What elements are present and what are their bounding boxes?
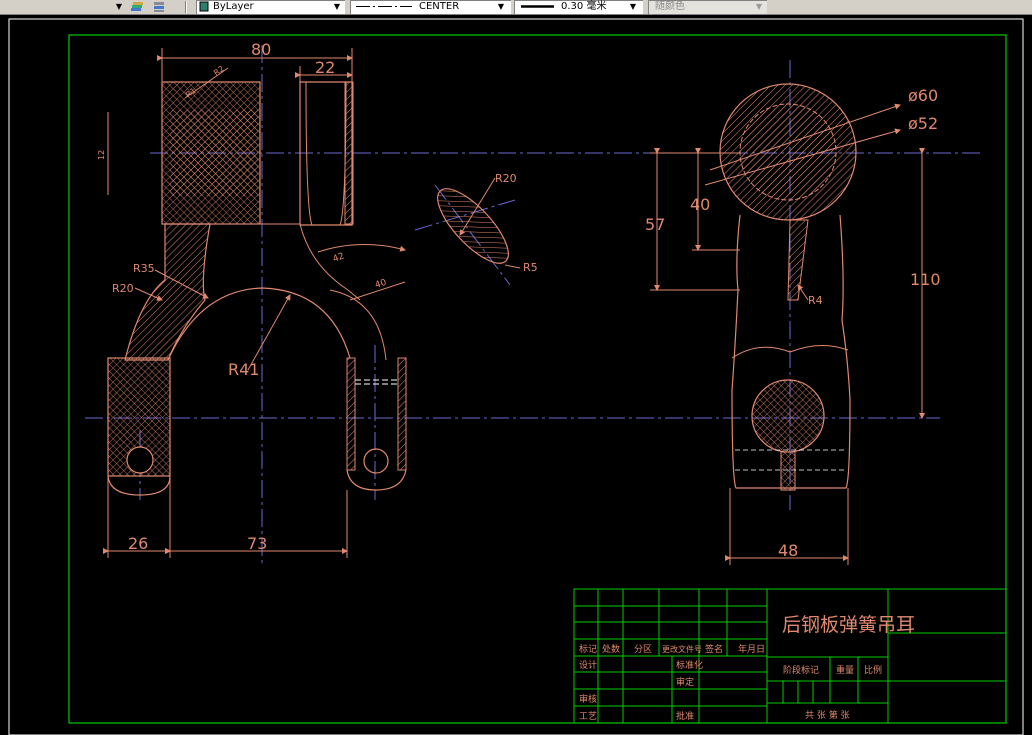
tb-process: 工艺 <box>579 711 597 722</box>
dim-r20-left: R20 <box>112 282 134 295</box>
dim-110: 110 <box>910 270 941 289</box>
tb-standardize: 标准化 <box>676 659 703 671</box>
tb-scale: 比例 <box>864 664 882 676</box>
dim-small-r2: R2 <box>212 64 226 77</box>
chevron-down-icon[interactable]: ▼ <box>626 0 640 14</box>
dim-angle-40: 40 <box>374 278 388 291</box>
tb-design: 设计 <box>579 659 597 671</box>
tb-approve2: 批准 <box>676 710 694 722</box>
chevron-down-icon[interactable]: ▼ <box>494 0 508 14</box>
tb-stage-mark: 阶段标记 <box>783 664 819 676</box>
layer-previous-icon[interactable] <box>152 0 168 14</box>
tb-date: 年月日 <box>738 643 765 655</box>
lineweight-preview-icon <box>520 0 556 14</box>
dim-48: 48 <box>778 541 798 560</box>
tb-weight: 重量 <box>836 664 854 676</box>
lineweight-control-value: 0.30 毫米 <box>561 1 607 12</box>
color-swatch-icon <box>199 0 209 14</box>
dropdown-arrow-icon[interactable]: ▼ <box>112 0 126 14</box>
tb-sign: 签名 <box>705 643 723 655</box>
plotstyle-control-value: 随颜色 <box>655 1 685 12</box>
dim-r41: R41 <box>228 360 259 379</box>
dim-40: 40 <box>690 195 710 214</box>
dim-22: 22 <box>315 58 335 77</box>
tb-zone: 分区 <box>634 644 652 655</box>
dim-r20-right: R20 <box>495 172 517 185</box>
drawing-canvas[interactable]: 80 22 26 73 48 57 40 110 R41 R35 R20 R20… <box>0 15 1032 735</box>
linetype-control-value: CENTER <box>419 1 460 12</box>
drawing-svg[interactable]: 80 22 26 73 48 57 40 110 R41 R35 R20 R20… <box>0 15 1032 735</box>
color-control-value: ByLayer <box>213 1 254 12</box>
tb-count: 处数 <box>602 643 620 655</box>
dim-phi52: ø52 <box>908 114 938 133</box>
title-block <box>573 588 1007 724</box>
dim-57: 57 <box>645 215 665 234</box>
dim-r4: R4 <box>808 294 823 307</box>
dim-r35: R35 <box>133 262 155 275</box>
side-view <box>719 83 857 491</box>
tb-change-doc: 更改文件号 <box>662 644 702 654</box>
dim-26: 26 <box>128 534 148 553</box>
chevron-down-icon[interactable]: ▼ <box>330 0 344 14</box>
tb-sheets: 共 张 第 张 <box>805 709 850 721</box>
linetype-preview-icon <box>354 0 414 14</box>
dim-73: 73 <box>247 534 267 553</box>
dim-small-vertical: 12 <box>97 150 106 160</box>
layer-states-icon[interactable] <box>130 0 146 14</box>
tb-mark: 标记 <box>579 643 597 655</box>
dim-r5: R5 <box>523 261 538 274</box>
dim-80: 80 <box>251 40 271 59</box>
chevron-down-icon: ▼ <box>755 2 763 11</box>
properties-toolbar: ▼ ByLayer ▼ CENTER ▼ 0.30 毫米 ▼ 随颜色 ▼ <box>0 0 1032 15</box>
front-view <box>107 81 509 496</box>
tb-approve: 审定 <box>676 676 694 688</box>
part-name: 后钢板弹簧吊耳 <box>782 614 915 636</box>
dim-phi60: ø60 <box>908 86 938 105</box>
dim-angle-42: 42 <box>332 252 346 265</box>
tb-check: 审核 <box>579 693 597 705</box>
